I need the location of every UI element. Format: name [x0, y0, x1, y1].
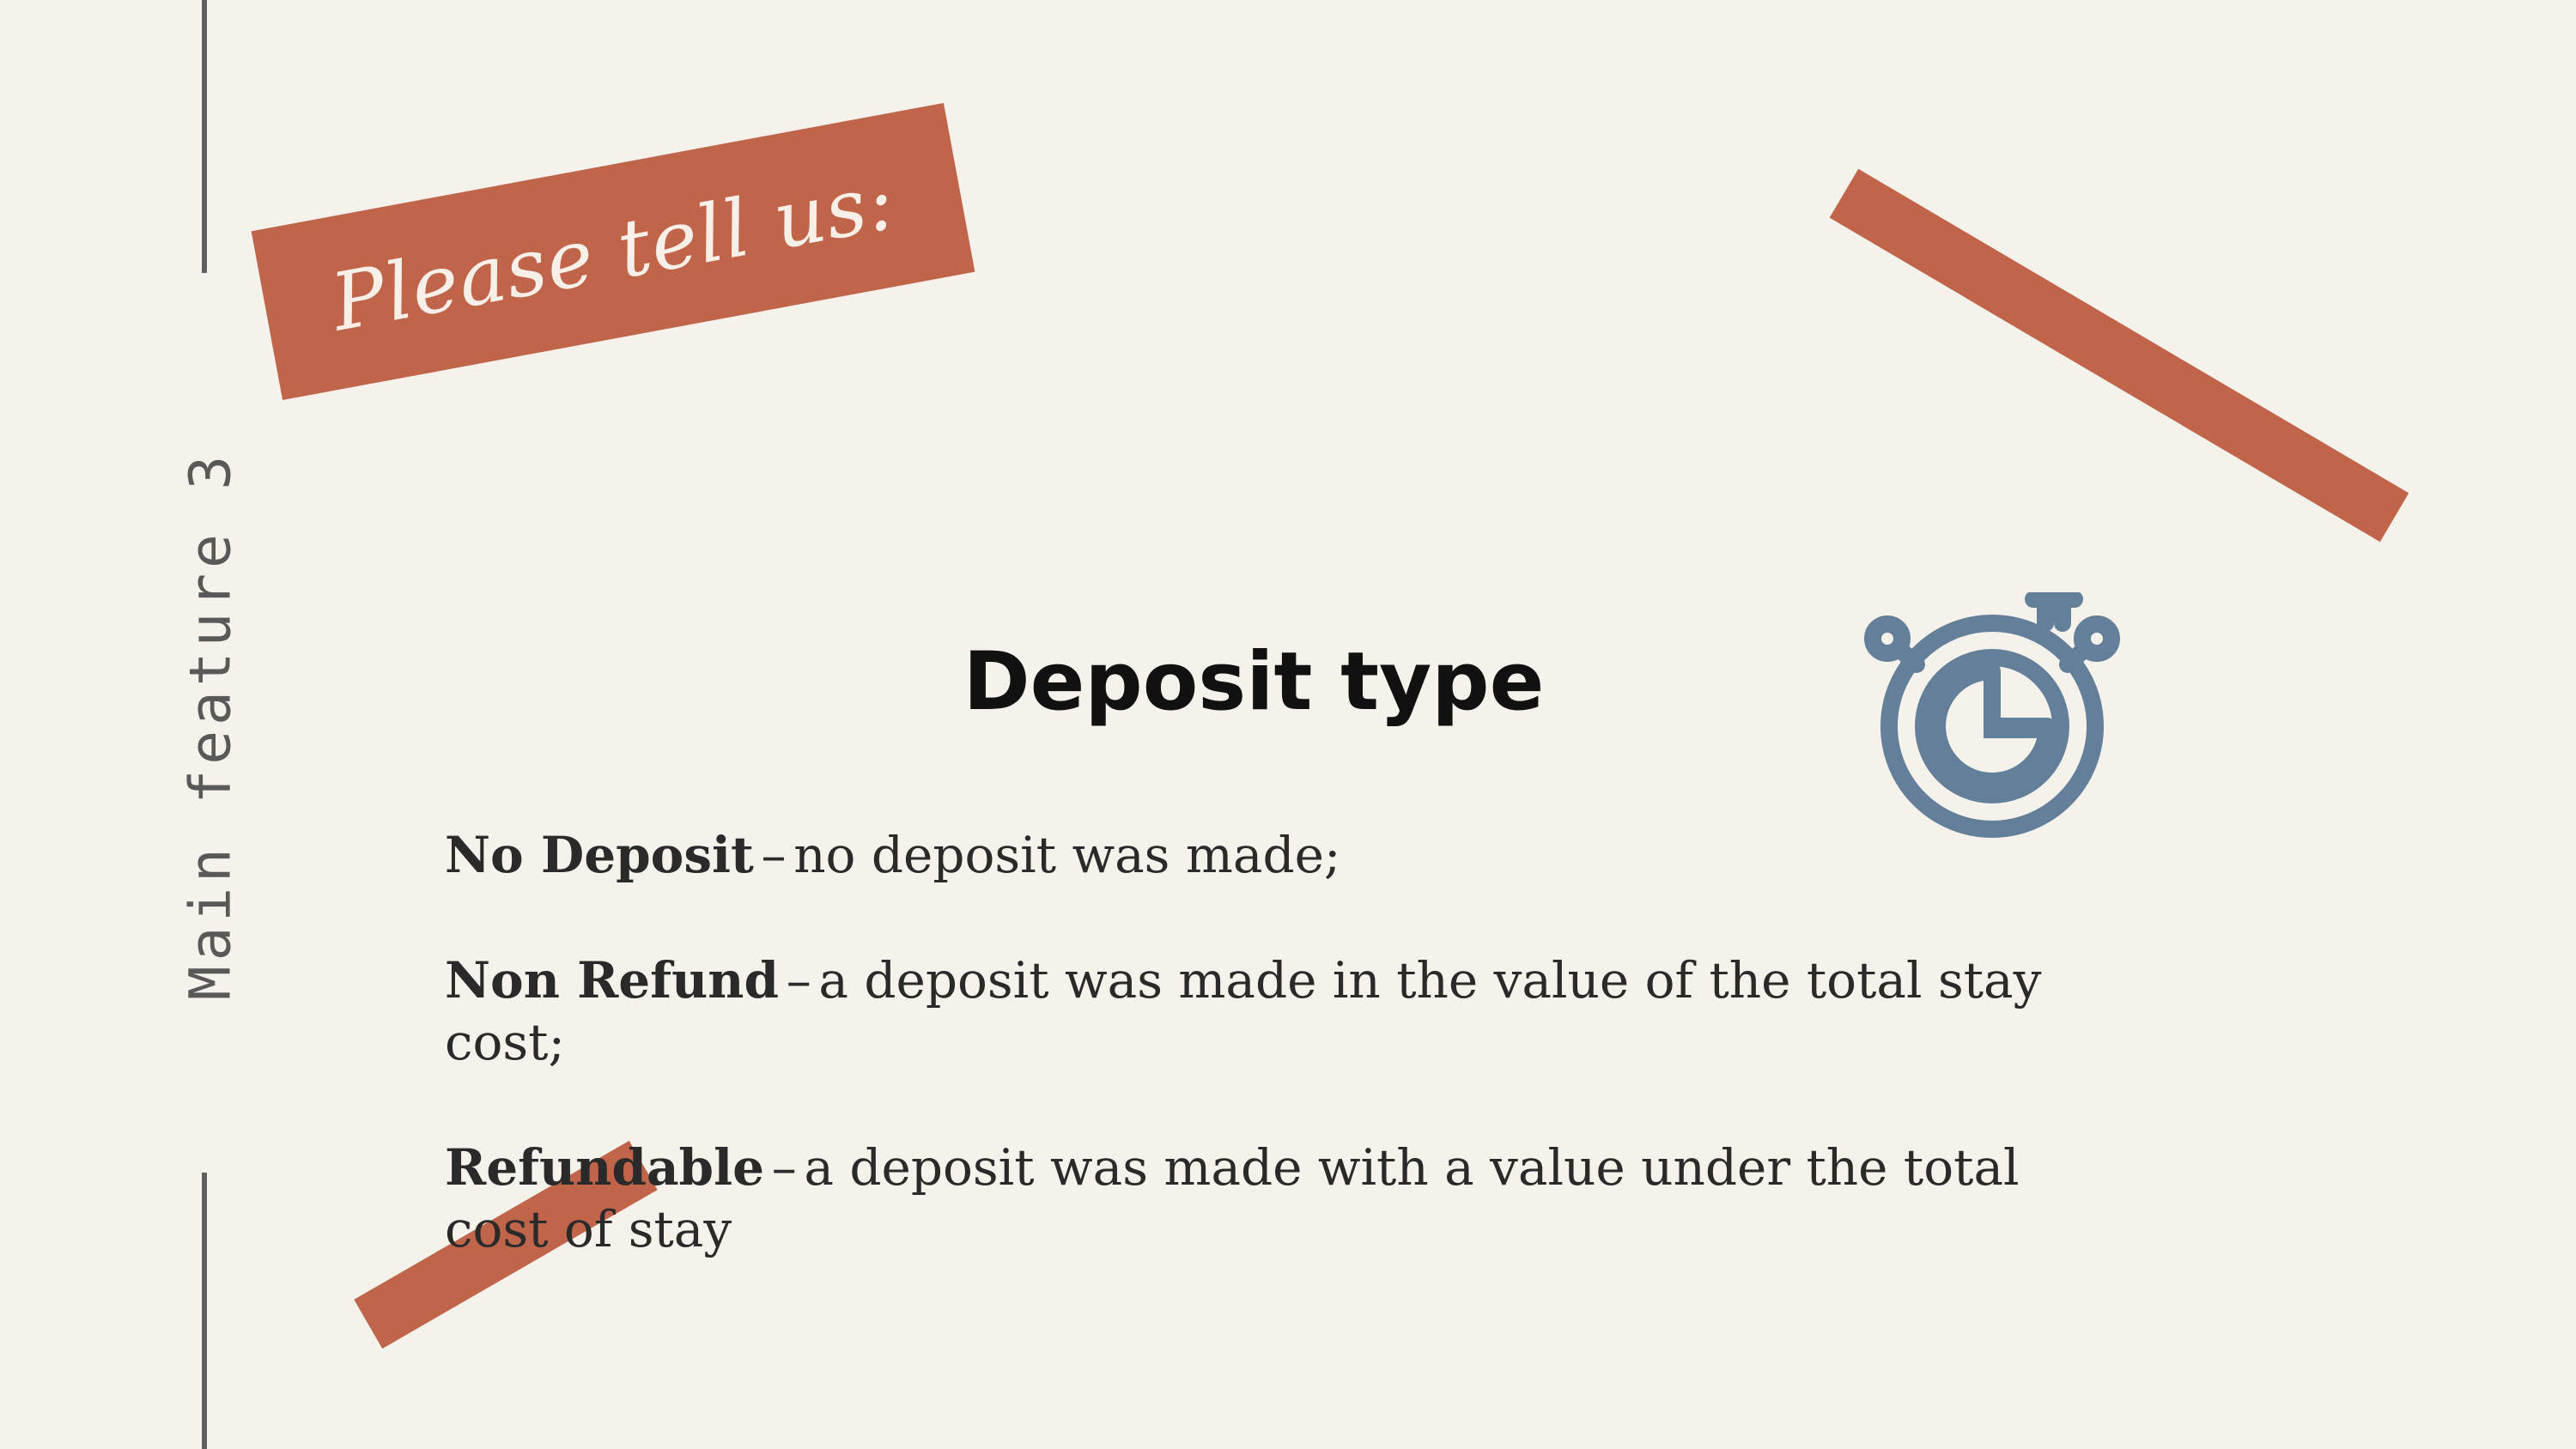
stopwatch-icon	[1864, 592, 2120, 838]
definition-separator: –	[771, 1138, 797, 1197]
definition-item: Refundable – a deposit was made with a val…	[445, 1137, 2076, 1260]
definition-description: no deposit was made;	[793, 826, 1341, 884]
definition-item: No Deposit – no deposit was made;	[445, 824, 2076, 886]
definition-item: Non Refund – a deposit was made in the val…	[445, 949, 2076, 1073]
definition-separator: –	[761, 826, 787, 884]
slide-title: Deposit type	[963, 635, 1545, 729]
section-label: Main feature 3	[177, 450, 244, 1001]
prompt-banner: Please tell us:	[251, 102, 975, 401]
definition-list: No Deposit – no deposit was made; Non Refu…	[445, 824, 2076, 1324]
definition-separator: –	[786, 951, 811, 1009]
decorative-stripe-right	[1829, 168, 2409, 543]
banner-text: Please tell us:	[325, 154, 902, 349]
definition-term: Non Refund	[445, 951, 780, 1009]
vertical-rule-bottom	[202, 1173, 207, 1449]
vertical-rule-top	[202, 0, 207, 273]
definition-term: No Deposit	[445, 826, 754, 884]
definition-term: Refundable	[445, 1138, 765, 1197]
